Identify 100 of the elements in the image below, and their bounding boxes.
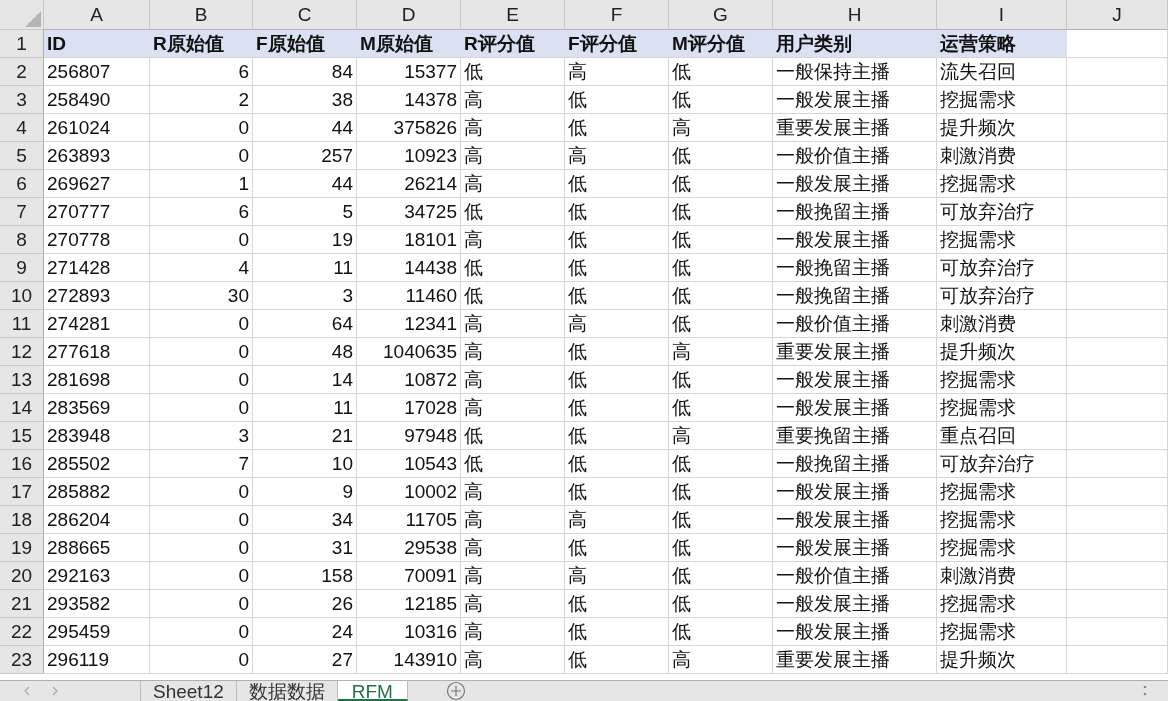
table-cell: 高 — [461, 646, 565, 674]
table-cell: 高 — [461, 534, 565, 562]
table-cell: M评分值 — [669, 30, 773, 58]
table-cell: 7 — [150, 450, 253, 478]
table-cell: 44 — [253, 170, 357, 198]
table-cell: 低 — [669, 394, 773, 422]
row-header[interactable]: 2 — [0, 58, 44, 86]
row-header[interactable]: 14 — [0, 394, 44, 422]
table-cell: 0 — [150, 366, 253, 394]
column-header[interactable]: A — [44, 0, 150, 30]
next-sheet-icon[interactable] — [52, 686, 58, 696]
row-header[interactable]: 3 — [0, 86, 44, 114]
column-header[interactable]: C — [253, 0, 357, 30]
table-cell: 挖掘需求 — [937, 618, 1067, 646]
table-cell: 挖掘需求 — [937, 366, 1067, 394]
table-cell: 19 — [253, 226, 357, 254]
table-cell: 挖掘需求 — [937, 590, 1067, 618]
table-cell: R评分值 — [461, 30, 565, 58]
table-cell: 重要发展主播 — [773, 114, 937, 142]
row-header[interactable]: 15 — [0, 422, 44, 450]
table-cell: ID — [44, 30, 150, 58]
column-header[interactable]: E — [461, 0, 565, 30]
sheet-tab[interactable]: Sheet12 — [141, 681, 237, 701]
table-cell: 5 — [253, 198, 357, 226]
table-cell: 10923 — [357, 142, 461, 170]
row-header[interactable]: 4 — [0, 114, 44, 142]
column-header[interactable]: J — [1067, 0, 1168, 30]
row-header[interactable]: 7 — [0, 198, 44, 226]
table-cell: 274281 — [44, 310, 150, 338]
row-header[interactable]: 20 — [0, 562, 44, 590]
table-cell: 流失召回 — [937, 58, 1067, 86]
table-cell: 一般发展主播 — [773, 506, 937, 534]
row-header[interactable]: 17 — [0, 478, 44, 506]
row-header[interactable]: 23 — [0, 646, 44, 674]
column-header[interactable]: B — [150, 0, 253, 30]
table-cell: 21 — [253, 422, 357, 450]
table-cell: 高 — [461, 618, 565, 646]
table-cell: 281698 — [44, 366, 150, 394]
table-cell: 刺激消费 — [937, 562, 1067, 590]
row-header[interactable]: 10 — [0, 282, 44, 310]
table-cell: 低 — [669, 226, 773, 254]
column-header[interactable]: F — [565, 0, 669, 30]
row-header[interactable]: 12 — [0, 338, 44, 366]
table-cell: 低 — [565, 170, 669, 198]
table-cell: 1040635 — [357, 338, 461, 366]
sheet-tab[interactable]: RFM — [337, 681, 408, 701]
table-cell: M原始值 — [357, 30, 461, 58]
table-cell: 0 — [150, 226, 253, 254]
row-header[interactable]: 19 — [0, 534, 44, 562]
table-cell: 提升频次 — [937, 646, 1067, 674]
table-cell: 6 — [150, 198, 253, 226]
table-cell: 一般发展主播 — [773, 478, 937, 506]
column-header[interactable]: H — [773, 0, 937, 30]
row-header[interactable]: 22 — [0, 618, 44, 646]
row-header[interactable]: 21 — [0, 590, 44, 618]
table-cell: 31 — [253, 534, 357, 562]
row-header[interactable]: 16 — [0, 450, 44, 478]
row-header[interactable]: 13 — [0, 366, 44, 394]
table-cell: 一般价值主播 — [773, 142, 937, 170]
table-cell: 12341 — [357, 310, 461, 338]
table-cell: 低 — [565, 198, 669, 226]
column-header[interactable]: D — [357, 0, 461, 30]
table-cell: 10 — [253, 450, 357, 478]
table-cell: 低 — [669, 366, 773, 394]
table-cell: 10543 — [357, 450, 461, 478]
table-cell: 0 — [150, 478, 253, 506]
table-cell: 0 — [150, 506, 253, 534]
table-cell: 一般发展主播 — [773, 226, 937, 254]
select-all-corner[interactable] — [0, 0, 44, 30]
table-cell: 375826 — [357, 114, 461, 142]
table-cell: 低 — [565, 646, 669, 674]
sheet-tab[interactable]: 数据数据 — [236, 681, 338, 701]
corner-triangle-icon — [23, 9, 43, 29]
column-header[interactable]: G — [669, 0, 773, 30]
table-cell: 挖掘需求 — [937, 226, 1067, 254]
table-cell: 高 — [461, 86, 565, 114]
row-header[interactable]: 8 — [0, 226, 44, 254]
previous-sheet-icon[interactable] — [24, 686, 30, 696]
row-header[interactable]: 9 — [0, 254, 44, 282]
column-header[interactable]: I — [937, 0, 1067, 30]
row-header[interactable]: 18 — [0, 506, 44, 534]
table-cell: 低 — [669, 618, 773, 646]
table-cell: F原始值 — [253, 30, 357, 58]
row-header[interactable]: 11 — [0, 310, 44, 338]
more-options-icon[interactable] — [1142, 684, 1148, 698]
row-header[interactable]: 6 — [0, 170, 44, 198]
table-cell: 0 — [150, 142, 253, 170]
row-header[interactable]: 5 — [0, 142, 44, 170]
table-cell: 重要发展主播 — [773, 646, 937, 674]
add-sheet-icon[interactable] — [445, 681, 466, 701]
table-cell: 34725 — [357, 198, 461, 226]
table-cell: 提升频次 — [937, 114, 1067, 142]
table-cell: 0 — [150, 310, 253, 338]
table-cell: 一般挽留主播 — [773, 254, 937, 282]
table-cell: 97948 — [357, 422, 461, 450]
table-cell: 11460 — [357, 282, 461, 310]
table-cell: 11705 — [357, 506, 461, 534]
table-cell: 2 — [150, 86, 253, 114]
row-header[interactable]: 1 — [0, 30, 44, 58]
table-cell: 低 — [565, 226, 669, 254]
